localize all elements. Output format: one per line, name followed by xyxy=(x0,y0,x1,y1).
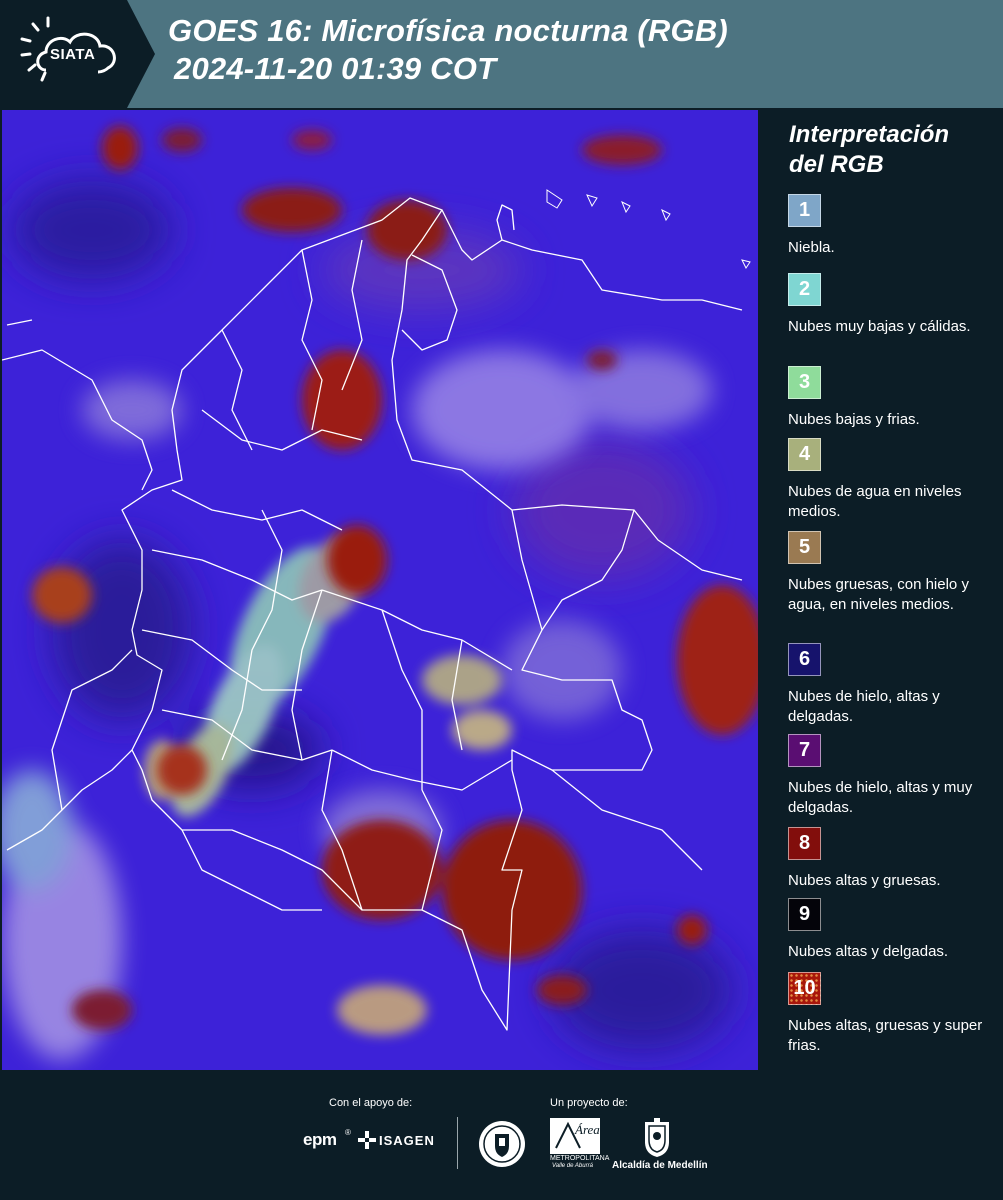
legend-title-line-2: del RGB xyxy=(789,151,884,178)
registered-mark-icon: ® xyxy=(345,1128,351,1137)
project-caption: Un proyecto de: xyxy=(550,1097,628,1109)
legend-swatch-5: 5 xyxy=(788,531,821,564)
area-logo-main: Área xyxy=(575,1122,600,1137)
legend-swatch-2: 2 xyxy=(788,273,821,306)
legend-title: Interpretación del RGB xyxy=(789,120,949,180)
legend-item-3: 3 Nubes bajas y frias. xyxy=(788,366,993,430)
legend-panel: Interpretación del RGB 1 Niebla. 2 Nubes… xyxy=(762,110,1003,1070)
legend-title-line-1: Interpretación xyxy=(789,121,950,148)
legend-item-2: 2 Nubes muy bajas y cálidas. xyxy=(788,273,993,337)
support-caption: Con el apoyo de: xyxy=(329,1097,413,1109)
title-line-2-timestamp: 2024-11-20 01:39 COT xyxy=(174,51,497,86)
legend-swatch-6: 6 xyxy=(788,643,821,676)
university-seal-icon xyxy=(479,1121,525,1167)
legend-label-8: Nubes altas y gruesas. xyxy=(788,872,941,889)
legend-label-2: Nubes muy bajas y cálidas. xyxy=(788,318,971,335)
satellite-rgb-map xyxy=(2,110,758,1070)
medellin-logo: Alcaldía de Medellín xyxy=(612,1160,708,1171)
legend-label-5: Nubes gruesas, con hielo y agua, en nive… xyxy=(788,576,969,613)
page-title: GOES 16: Microfísica nocturna (RGB) 2024… xyxy=(168,12,728,88)
medellin-coat-of-arms-icon xyxy=(645,1118,669,1157)
legend-item-8: 8 Nubes altas y gruesas. xyxy=(788,827,993,891)
title-line-1: GOES 16: Microfísica nocturna (RGB) xyxy=(168,13,728,48)
legend-swatch-9: 9 xyxy=(788,898,821,931)
legend-swatch-7: 7 xyxy=(788,734,821,767)
legend-item-7: 7 Nubes de hielo, altas y muy delgadas. xyxy=(788,734,993,818)
legend-swatch-8: 8 xyxy=(788,827,821,860)
legend-swatch-10: 10 xyxy=(788,972,821,1005)
legend-item-1: 1 Niebla. xyxy=(788,194,993,258)
legend-item-4: 4 Nubes de agua en niveles medios. xyxy=(788,438,993,522)
footer-sponsors: Con el apoyo de: Un proyecto de: epm ® I… xyxy=(0,1070,1003,1200)
siata-logo-text: SIATA xyxy=(50,46,96,63)
legend-swatch-1: 1 xyxy=(788,194,821,227)
epm-logo: epm xyxy=(303,1130,337,1149)
legend-item-9: 9 Nubes altas y delgadas. xyxy=(788,898,993,962)
legend-swatch-4: 4 xyxy=(788,438,821,471)
isagen-logo: ISAGEN xyxy=(379,1133,435,1148)
isagen-mark-icon xyxy=(358,1131,376,1149)
legend-swatch-3: 3 xyxy=(788,366,821,399)
area-logo-sub1: METROPOLITANA xyxy=(550,1155,610,1162)
legend-label-1: Niebla. xyxy=(788,239,835,256)
legend-label-6: Nubes de hielo, altas y delgadas. xyxy=(788,688,940,725)
legend-label-7: Nubes de hielo, altas y muy delgadas. xyxy=(788,779,973,816)
legend-item-10: 10 Nubes altas, gruesas y super frias. xyxy=(788,972,993,1056)
area-logo-sub2: Valle de Aburrá xyxy=(552,1163,593,1169)
header-bar: SIATA GOES 16: Microfísica nocturna (RGB… xyxy=(0,0,1003,108)
legend-label-9: Nubes altas y delgadas. xyxy=(788,943,949,960)
legend-item-6: 6 Nubes de hielo, altas y delgadas. xyxy=(788,643,993,727)
legend-item-5: 5 Nubes gruesas, con hielo y agua, en ni… xyxy=(788,531,993,615)
sponsor-divider xyxy=(457,1117,458,1169)
legend-label-3: Nubes bajas y frias. xyxy=(788,411,920,428)
legend-label-10: Nubes altas, gruesas y super frias. xyxy=(788,1017,983,1054)
legend-label-4: Nubes de agua en niveles medios. xyxy=(788,483,962,520)
